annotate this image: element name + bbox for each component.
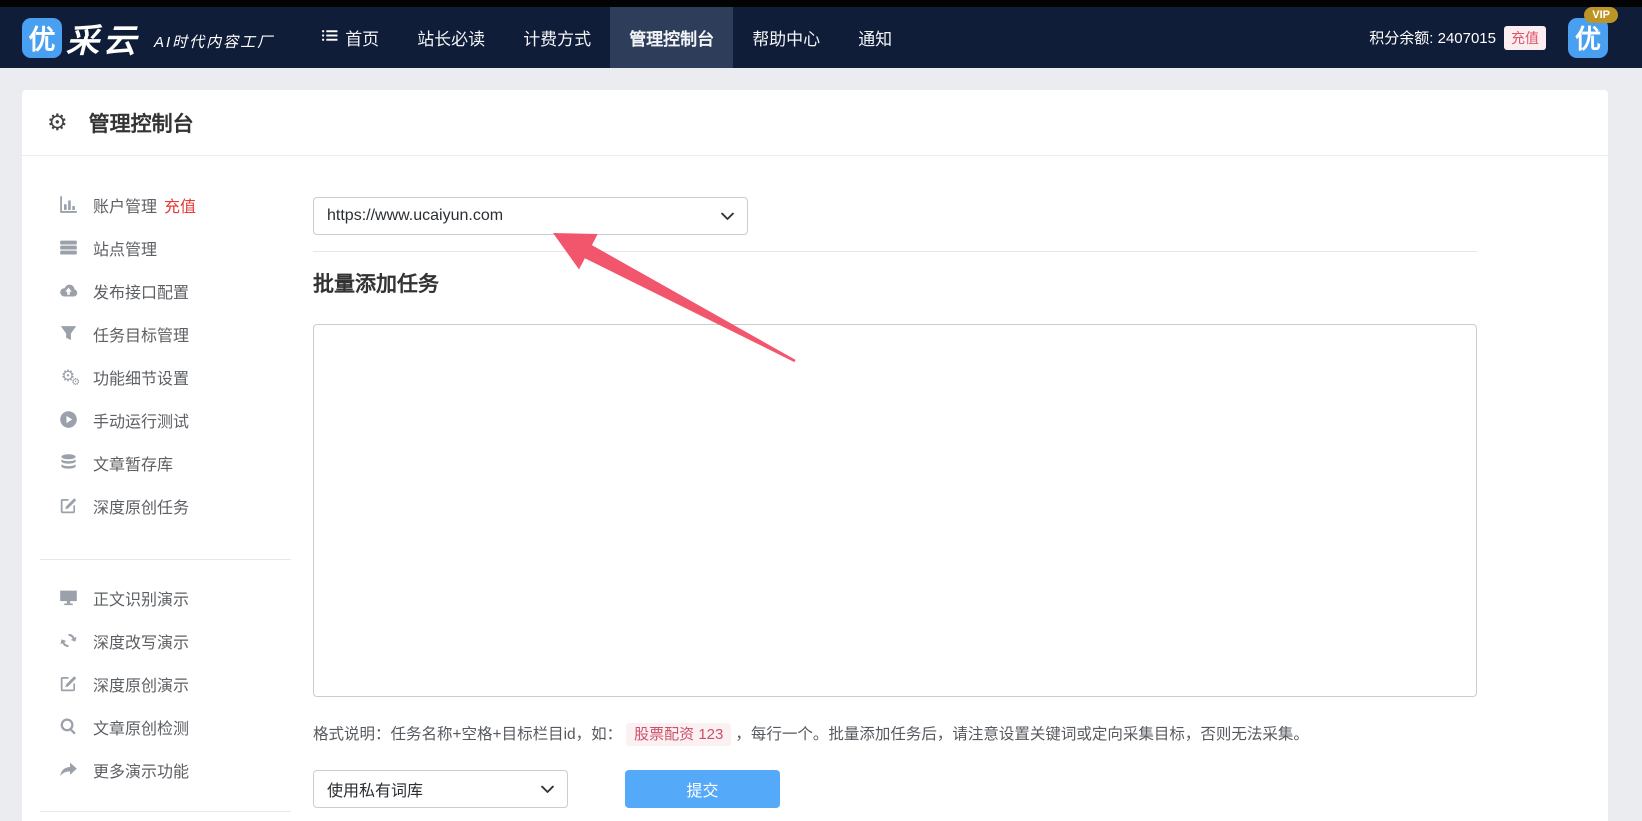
browser-top-strip [0, 0, 1642, 7]
user-avatar-wrap: 优 VIP [1568, 18, 1608, 58]
dictionary-select[interactable]: 使用私有词库 [313, 770, 568, 808]
site-select-value: https://www.ucaiyun.com [327, 207, 721, 225]
brand-logo[interactable]: 优 采云 AI时代内容工厂 [22, 14, 274, 62]
sidebar-label: 深度改写演示 [93, 629, 189, 653]
top-navbar: 优 采云 AI时代内容工厂 首页 站长必读 计费方式 管理控制台 帮助中心 通知… [0, 7, 1642, 68]
sidebar-label: 功能细节设置 [93, 365, 189, 389]
logo-icon: 优 [22, 18, 62, 58]
avatar[interactable]: 优 [1568, 18, 1608, 58]
sidebar-label: 深度原创演示 [93, 672, 189, 696]
sidebar: 账户管理 充值 站点管理 发布接口配置 任务目标管理 ⚙⚙ 功能细节设置 手动运… [22, 157, 313, 821]
format-note: 格式说明：任务名称+空格+目标栏目id，如：股票配资 123，每行一个。批量添加… [313, 722, 1499, 744]
section-title: 批量添加任务 [313, 268, 1499, 298]
filter-icon [58, 324, 78, 344]
console-card: ⚙ 管理控制台 账户管理 充值 站点管理 发布接口配置 任务目标管理 ⚙⚙ 功能… [22, 90, 1608, 821]
sidebar-label: 文章原创检测 [93, 715, 189, 739]
refresh-icon [58, 631, 78, 651]
nav-item-billing[interactable]: 计费方式 [504, 7, 610, 68]
format-note-suffix: ，每行一个。批量添加任务后，请注意设置关键词或定向采集目标，否则无法采集。 [735, 726, 1309, 743]
sidebar-item-deep-original-demo[interactable]: 深度原创演示 [22, 662, 313, 705]
sidebar-label: 更多演示功能 [93, 758, 189, 782]
bar-chart-icon [58, 195, 78, 215]
sidebar-divider [40, 559, 291, 560]
main-nav: 首页 站长必读 计费方式 管理控制台 帮助中心 通知 [302, 7, 911, 68]
brand-tagline: AI时代内容工厂 [154, 31, 274, 52]
nav-label: 首页 [345, 25, 379, 50]
sidebar-item-account[interactable]: 账户管理 充值 [22, 183, 313, 226]
sidebar-item-task-targets[interactable]: 任务目标管理 [22, 312, 313, 355]
cloud-upload-icon [58, 281, 78, 301]
sidebar-item-feature-settings[interactable]: ⚙⚙ 功能细节设置 [22, 355, 313, 398]
sidebar-label: 账户管理 [93, 193, 157, 217]
nav-label: 帮助中心 [752, 25, 820, 50]
sidebar-recharge-link[interactable]: 充值 [164, 193, 196, 217]
topbar-right-group: 积分余额: 2407015 充值 优 VIP [1369, 18, 1608, 58]
batch-task-textarea[interactable] [313, 324, 1477, 697]
main-content: https://www.ucaiyun.com 批量添加任务 格式说明：任务名称… [313, 157, 1499, 808]
sidebar-item-originality-check[interactable]: 文章原创检测 [22, 705, 313, 748]
database-icon [58, 453, 78, 473]
monitor-icon [58, 588, 78, 608]
nav-label: 计费方式 [523, 25, 591, 50]
brand-name: 采云 [66, 14, 140, 62]
nav-item-home[interactable]: 首页 [302, 7, 398, 68]
sidebar-label: 任务目标管理 [93, 322, 189, 346]
sidebar-label: 站点管理 [93, 236, 157, 260]
nav-item-console[interactable]: 管理控制台 [610, 7, 733, 68]
sidebar-item-more-demos[interactable]: 更多演示功能 [22, 748, 313, 791]
page-title: 管理控制台 [89, 108, 194, 138]
gears-icon: ⚙⚙ [58, 367, 78, 387]
gear-icon: ⚙ [47, 109, 68, 136]
edit-icon [58, 496, 78, 516]
sidebar-item-deep-original-tasks[interactable]: 深度原创任务 [22, 484, 313, 527]
submit-button[interactable]: 提交 [625, 770, 780, 808]
nav-label: 通知 [858, 25, 892, 50]
sidebar-divider [40, 811, 291, 812]
sidebar-label: 发布接口配置 [93, 279, 189, 303]
format-note-prefix: 格式说明：任务名称+空格+目标栏目id，如： [313, 726, 622, 743]
controls-row: 使用私有词库 提交 [313, 770, 1499, 808]
content-divider [313, 251, 1477, 252]
chevron-down-icon [721, 212, 734, 221]
page-header: ⚙ 管理控制台 [22, 90, 1608, 156]
search-icon [58, 717, 78, 737]
nav-label: 管理控制台 [629, 25, 714, 50]
site-select[interactable]: https://www.ucaiyun.com [313, 197, 748, 235]
sidebar-item-publish-api[interactable]: 发布接口配置 [22, 269, 313, 312]
sidebar-item-deep-rewrite-demo[interactable]: 深度改写演示 [22, 619, 313, 662]
sidebar-item-body-recognition-demo[interactable]: 正文识别演示 [22, 576, 313, 619]
share-icon [58, 760, 78, 780]
sidebar-label: 手动运行测试 [93, 408, 189, 432]
chevron-down-icon [541, 785, 554, 794]
sidebar-item-sites[interactable]: 站点管理 [22, 226, 313, 269]
play-circle-icon [58, 410, 78, 430]
sidebar-label: 文章暂存库 [93, 451, 173, 475]
format-example-chip: 股票配资 123 [626, 723, 731, 746]
sidebar-label: 深度原创任务 [93, 494, 189, 518]
sidebar-item-article-store[interactable]: 文章暂存库 [22, 441, 313, 484]
dictionary-select-value: 使用私有词库 [327, 777, 541, 801]
vip-badge: VIP [1584, 7, 1618, 23]
points-balance: 积分余额: 2407015 [1369, 27, 1496, 48]
server-icon [58, 238, 78, 258]
sidebar-label: 正文识别演示 [93, 586, 189, 610]
nav-item-help-center[interactable]: 帮助中心 [733, 7, 839, 68]
nav-item-notifications[interactable]: 通知 [839, 7, 911, 68]
recharge-button[interactable]: 充值 [1504, 26, 1546, 50]
edit-icon [58, 674, 78, 694]
nav-label: 站长必读 [417, 25, 485, 50]
nav-item-webmaster-guide[interactable]: 站长必读 [398, 7, 504, 68]
sidebar-item-manual-run[interactable]: 手动运行测试 [22, 398, 313, 441]
list-icon [321, 27, 338, 49]
